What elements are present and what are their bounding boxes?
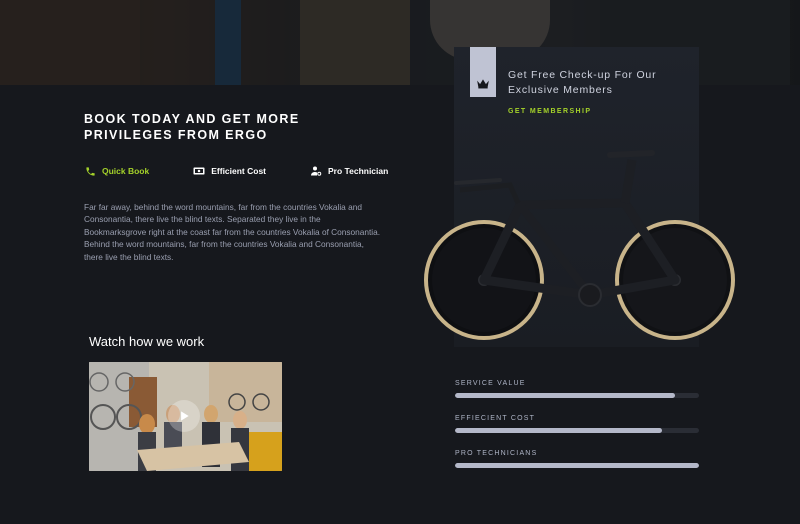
- play-button[interactable]: [168, 400, 200, 432]
- play-icon: [181, 411, 189, 421]
- money-icon: [193, 165, 205, 177]
- stat-pro-technicians: PRO TECHNICIANS: [455, 450, 699, 468]
- feature-efficient-cost[interactable]: Efficient Cost: [193, 165, 266, 177]
- feature-tabs: Quick Book Efficient Cost Pro Technician: [84, 165, 388, 177]
- stat-label: EFFIECIENT COST: [455, 415, 536, 422]
- feature-pro-technician[interactable]: Pro Technician: [310, 165, 388, 177]
- stat-label: PRO TECHNICIANS: [455, 450, 538, 457]
- progress-fill: [455, 393, 675, 398]
- membership-title: Get Free Check-up For Our Exclusive Memb…: [508, 69, 657, 96]
- stat-label: SERVICE VALUE: [455, 380, 526, 387]
- feature-label: Pro Technician: [328, 166, 389, 176]
- video-section-title: Watch how we work: [89, 334, 205, 349]
- get-membership-link[interactable]: GET MEMBERSHIP: [508, 108, 591, 115]
- feature-label: Efficient Cost: [211, 166, 267, 176]
- bicycle-image: [424, 150, 735, 340]
- feature-label: Quick Book: [102, 166, 150, 176]
- progress-fill: [455, 463, 699, 468]
- video-thumbnail[interactable]: [89, 362, 282, 471]
- stat-efficient-cost: EFFIECIENT COST: [455, 415, 699, 433]
- progress-track: [455, 463, 699, 468]
- crown-icon: [477, 79, 489, 89]
- technician-icon: [310, 165, 322, 177]
- phone-icon: [84, 165, 96, 177]
- progress-track: [455, 393, 699, 398]
- section-headline: BOOK TODAY AND GET MORE PRIVILEGES FROM …: [84, 112, 300, 142]
- progress-fill: [455, 428, 663, 433]
- progress-track: [455, 428, 699, 433]
- description-paragraph: Far far away, behind the word mountains,…: [84, 202, 381, 262]
- membership-badge: [470, 47, 496, 97]
- feature-quick-book[interactable]: Quick Book: [84, 165, 149, 177]
- stat-service-value: SERVICE VALUE: [455, 380, 699, 398]
